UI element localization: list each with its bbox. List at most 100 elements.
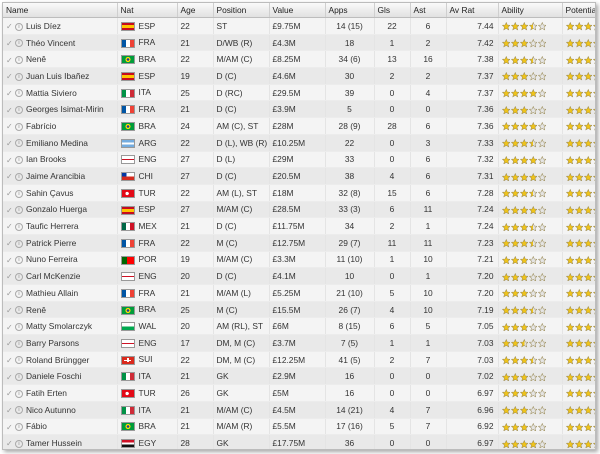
player-name[interactable]: Daniele Foschi <box>26 371 81 381</box>
checkmark-icon[interactable]: ✓ <box>6 290 14 298</box>
info-icon[interactable]: i <box>15 406 23 415</box>
name-cell[interactable]: ✓ i Fabrício <box>3 117 118 135</box>
name-cell[interactable]: ✓ i Nico Autunno <box>3 401 118 419</box>
table-row[interactable]: ✓ i Fatih Erten TUR 26 GK £5M 16 0 0 6.97 <box>3 384 595 402</box>
table-row[interactable]: ✓ i Carl McKenzie ENG 20 D (C) £4.1M 10 0 1 7.20 <box>3 267 595 285</box>
name-cell[interactable]: ✓ i Nuno Ferreira <box>3 251 118 269</box>
checkmark-icon[interactable]: ✓ <box>6 423 14 431</box>
info-icon[interactable]: i <box>15 156 23 165</box>
info-icon[interactable]: i <box>15 89 23 98</box>
checkmark-icon[interactable]: ✓ <box>6 223 14 231</box>
name-cell[interactable]: ✓ i Sahin Çavus <box>3 184 118 202</box>
checkmark-icon[interactable]: ✓ <box>6 406 14 414</box>
info-icon[interactable]: i <box>15 222 23 231</box>
info-icon[interactable]: i <box>15 22 23 31</box>
info-icon[interactable]: i <box>15 373 23 382</box>
table-row[interactable]: ✓ i Patrick Pierre FRA 22 M (C) £12.75M 29 (7) 1… <box>3 234 595 252</box>
table-row[interactable]: ✓ i Mattia Siviero ITA 25 D (RC) £29.5M 39 0 4 7.3… <box>3 84 595 102</box>
checkmark-icon[interactable]: ✓ <box>6 123 14 131</box>
info-icon[interactable]: i <box>15 323 23 331</box>
name-cell[interactable]: ✓ i Ian Brooks <box>3 151 118 169</box>
table-row[interactable]: ✓ i Fabrício BRA 24 AM (C), ST £28M 28 (9) 28 6 7.… <box>3 117 595 135</box>
checkmark-icon[interactable]: ✓ <box>6 106 14 114</box>
name-cell[interactable]: ✓ i Théo Vincent <box>3 34 118 52</box>
player-name[interactable]: Fábio <box>26 421 47 431</box>
player-name[interactable]: Nico Autunno <box>26 405 76 415</box>
player-name[interactable]: Sahin Çavus <box>26 188 74 198</box>
checkmark-icon[interactable]: ✓ <box>6 206 14 214</box>
info-icon[interactable]: i <box>15 56 23 64</box>
info-icon[interactable]: i <box>15 339 23 348</box>
checkmark-icon[interactable]: ✓ <box>6 306 14 314</box>
table-row[interactable]: ✓ i Tamer Hussein EGY 28 GK £17.75M 36 0 0 6.97 <box>3 434 595 449</box>
info-icon[interactable]: i <box>15 122 23 131</box>
column-header-ast[interactable]: Ast <box>410 3 447 18</box>
column-header-ability[interactable]: Ability <box>498 3 563 18</box>
info-icon[interactable]: i <box>15 206 23 215</box>
name-cell[interactable]: ✓ i Patrick Pierre <box>3 234 118 252</box>
column-header-nat[interactable]: Nat <box>117 3 178 18</box>
player-name[interactable]: Nenê <box>26 54 46 64</box>
info-icon[interactable]: i <box>15 189 23 198</box>
table-row[interactable]: ✓ i Théo Vincent FRA 21 D/WB (R) £4.3M 18 1 2 7.42 <box>3 34 595 52</box>
name-cell[interactable]: ✓ i Roland Brüngger <box>3 351 118 369</box>
info-icon[interactable]: i <box>15 272 23 281</box>
name-cell[interactable]: ✓ i Daniele Foschi <box>3 367 118 386</box>
player-name[interactable]: Nuno Ferreira <box>26 254 78 264</box>
table-row[interactable]: ✓ i Nuno Ferreira POR 19 M/AM (C) £3.3M 11 (10)… <box>3 251 595 269</box>
player-name[interactable]: Taufic Herrera <box>26 221 79 231</box>
name-cell[interactable]: ✓ i Nenê <box>3 50 118 69</box>
checkmark-icon[interactable]: ✓ <box>6 73 14 81</box>
checkmark-icon[interactable]: ✓ <box>6 373 14 381</box>
info-icon[interactable]: i <box>15 72 23 81</box>
table-row[interactable]: ✓ i Matty Smolarczyk WAL 20 AM (RL), ST £6M 8 (… <box>3 317 595 336</box>
column-header-apps[interactable]: Apps <box>325 3 375 18</box>
player-name[interactable]: Fabrício <box>26 121 56 131</box>
checkmark-icon[interactable]: ✓ <box>6 190 14 198</box>
player-name[interactable]: Matty Smolarczyk <box>26 321 92 331</box>
table-row[interactable]: ✓ i Taufic Herrera MEX 21 D (C) £11.75M 34 2 1 7.2… <box>3 217 595 235</box>
player-name[interactable]: Roland Brüngger <box>26 355 89 365</box>
table-row[interactable]: ✓ i Nenê BRA 22 M/AM (C) £8.25M 34 (6) 13 16 7.38 <box>3 50 595 69</box>
name-cell[interactable]: ✓ i Gonzalo Huerga <box>3 201 118 219</box>
info-icon[interactable]: i <box>15 289 23 298</box>
name-cell[interactable]: ✓ i Emiliano Medina <box>3 134 118 152</box>
column-header-name[interactable]: Name <box>3 3 118 18</box>
player-name[interactable]: Tamer Hussein <box>26 438 82 448</box>
info-icon[interactable]: i <box>15 239 23 248</box>
table-row[interactable]: ✓ i Mathieu Allain FRA 21 M/AM (L) £5.25M 21 (1… <box>3 284 595 302</box>
column-header-age[interactable]: Age <box>177 3 214 18</box>
name-cell[interactable]: ✓ i Carl McKenzie <box>3 267 118 285</box>
info-icon[interactable]: i <box>15 423 23 432</box>
info-icon[interactable]: i <box>15 356 23 365</box>
table-row[interactable]: ✓ i Roland Brüngger SUI 22 DM, M (C) £12.25M 41… <box>3 351 595 369</box>
name-cell[interactable]: ✓ i Fábio <box>3 418 118 436</box>
player-name[interactable]: Barry Parsons <box>26 338 79 348</box>
table-row[interactable]: ✓ i Luis Díez ESP 22 ST £9.75M 14 (15) 22 6 7.44 <box>3 17 595 35</box>
checkmark-icon[interactable]: ✓ <box>6 356 14 364</box>
name-cell[interactable]: ✓ i Matty Smolarczyk <box>3 317 118 336</box>
column-header-potential[interactable]: Potential <box>562 3 595 18</box>
table-row[interactable]: ✓ i Emiliano Medina ARG 22 D (L), WB (R) £10.2… <box>3 134 595 152</box>
checkmark-icon[interactable]: ✓ <box>6 390 14 398</box>
info-icon[interactable]: i <box>15 139 23 148</box>
table-row[interactable]: ✓ i Ian Brooks ENG 27 D (L) £29M 33 0 6 7.32 <box>3 151 595 169</box>
player-name[interactable]: Juan Luis Ibañez <box>26 71 89 81</box>
table-row[interactable]: ✓ i Barry Parsons ENG 17 DM, M (C) £3.7M 7 (5) 1… <box>3 334 595 352</box>
player-name[interactable]: Mathieu Allain <box>26 288 78 298</box>
name-cell[interactable]: ✓ i Taufic Herrera <box>3 217 118 235</box>
player-name[interactable]: Carl McKenzie <box>26 271 80 281</box>
table-row[interactable]: ✓ i Fábio BRA 21 M/AM (R) £5.5M 17 (16) 5 7 6.92 <box>3 418 595 436</box>
name-cell[interactable]: ✓ i Barry Parsons <box>3 334 118 352</box>
info-icon[interactable]: i <box>15 389 23 398</box>
checkmark-icon[interactable]: ✓ <box>6 240 14 248</box>
info-icon[interactable]: i <box>15 106 23 115</box>
name-cell[interactable]: ✓ i Fatih Erten <box>3 384 118 402</box>
checkmark-icon[interactable]: ✓ <box>6 173 14 181</box>
checkmark-icon[interactable]: ✓ <box>6 440 14 448</box>
table-row[interactable]: ✓ i Gonzalo Huerga ESP 27 M/AM (C) £28.5M 33 (3… <box>3 201 595 219</box>
checkmark-icon[interactable]: ✓ <box>6 323 14 331</box>
checkmark-icon[interactable]: ✓ <box>6 273 14 281</box>
column-header-value[interactable]: Value <box>269 3 326 18</box>
player-name[interactable]: Renê <box>26 305 46 315</box>
